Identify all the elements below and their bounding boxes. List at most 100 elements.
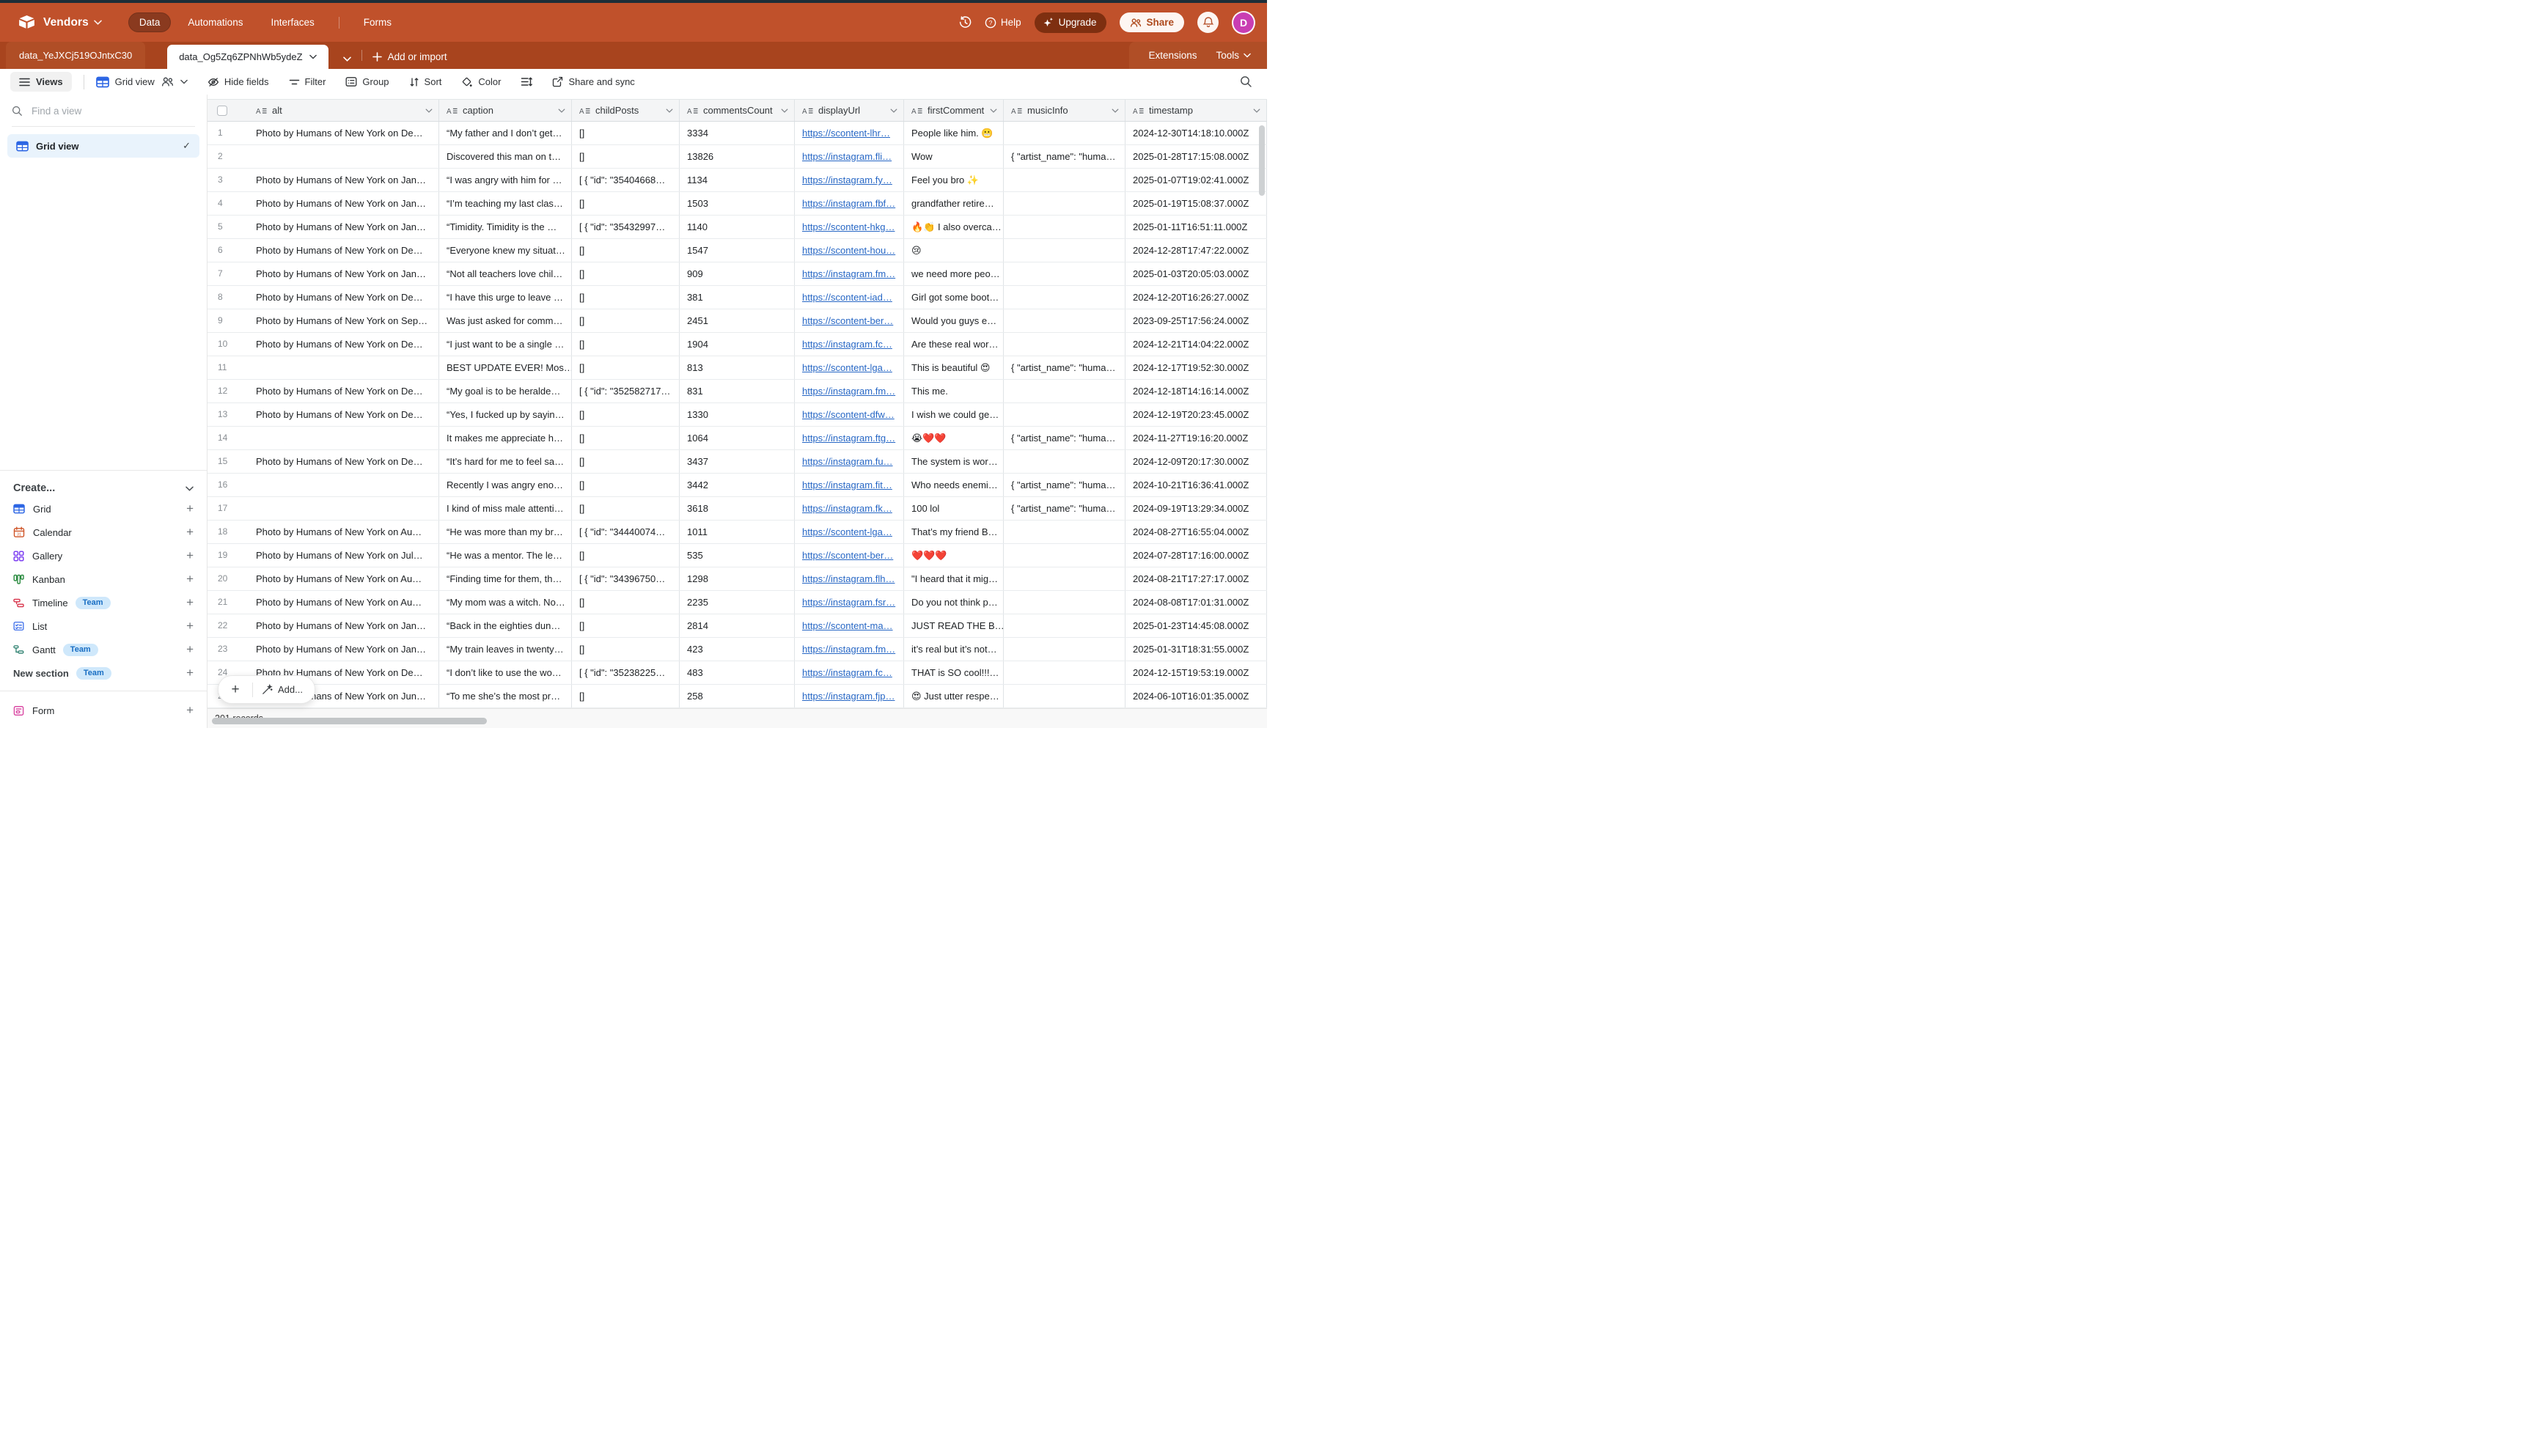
cell-musicInfo[interactable]: [1004, 638, 1125, 661]
notifications-button[interactable]: [1197, 12, 1219, 33]
cell-childPosts[interactable]: []: [572, 145, 680, 168]
cell-musicInfo[interactable]: [1004, 591, 1125, 614]
table-tab-0[interactable]: data_YeJXCj519OJntxC30: [6, 42, 145, 69]
cell-musicInfo[interactable]: [1004, 450, 1125, 473]
horizontal-scrollbar-thumb[interactable]: [212, 718, 487, 724]
cell-alt[interactable]: 20 Photo by Humans of New York on Au…: [208, 567, 439, 590]
cell-firstComment[interactable]: The system is wor…: [904, 450, 1004, 473]
cell-caption[interactable]: “Not all teachers love chil…: [439, 262, 572, 285]
cell-timestamp[interactable]: 2024-12-20T16:26:27.000Z: [1125, 286, 1267, 309]
cell-musicInfo[interactable]: [1004, 169, 1125, 191]
cell-displayUrl[interactable]: https://scontent-lhr…: [795, 122, 904, 144]
cell-alt[interactable]: 4 Photo by Humans of New York on Jan…: [208, 192, 439, 215]
cell-displayUrl[interactable]: https://scontent-hkg…: [795, 216, 904, 238]
cell-displayUrl[interactable]: https://instagram.fm…: [795, 262, 904, 285]
cell-firstComment[interactable]: People like him. 😬: [904, 122, 1004, 144]
create-item-calendar[interactable]: 31 Calendar +: [0, 521, 207, 544]
cell-alt[interactable]: 19 Photo by Humans of New York on Jul…: [208, 544, 439, 567]
cell-childPosts[interactable]: [ { "id": "34396750…: [572, 567, 680, 590]
cell-caption[interactable]: It makes me appreciate h…: [439, 427, 572, 449]
cell-musicInfo[interactable]: [1004, 521, 1125, 543]
cell-childPosts[interactable]: [ { "id": "35238225…: [572, 661, 680, 684]
cell-firstComment[interactable]: Girl got some boot…: [904, 286, 1004, 309]
cell-alt[interactable]: 13 Photo by Humans of New York on De…: [208, 403, 439, 426]
cell-commentsCount[interactable]: 813: [680, 356, 795, 379]
cell-alt[interactable]: 7 Photo by Humans of New York on Jan…: [208, 262, 439, 285]
cell-caption[interactable]: “My goal is to be heralde…: [439, 380, 572, 402]
cell-commentsCount[interactable]: 2235: [680, 591, 795, 614]
column-chevron-icon[interactable]: [1112, 109, 1119, 113]
column-chevron-icon[interactable]: [1253, 109, 1260, 113]
cell-displayUrl[interactable]: https://instagram.fc…: [795, 333, 904, 356]
create-item-form[interactable]: Form +: [0, 699, 207, 722]
column-header-musicInfo[interactable]: A musicInfo: [1004, 100, 1125, 121]
plus-icon[interactable]: +: [186, 548, 194, 563]
cell-caption[interactable]: BEST UPDATE EVER! Mos…: [439, 356, 572, 379]
share-and-sync-button[interactable]: Share and sync: [552, 76, 634, 87]
cell-childPosts[interactable]: []: [572, 474, 680, 496]
cell-displayUrl[interactable]: https://instagram.fu…: [795, 450, 904, 473]
cell-firstComment[interactable]: Are these real wor…: [904, 333, 1004, 356]
upgrade-button[interactable]: Upgrade: [1035, 12, 1107, 33]
cell-firstComment[interactable]: ❤️❤️❤️: [904, 544, 1004, 567]
cell-musicInfo[interactable]: [1004, 614, 1125, 637]
column-header-commentsCount[interactable]: A commentsCount: [680, 100, 795, 121]
cell-caption[interactable]: Recently I was angry eno…: [439, 474, 572, 496]
color-button[interactable]: Color: [461, 76, 501, 88]
cell-displayUrl[interactable]: https://scontent-ma…: [795, 614, 904, 637]
share-button[interactable]: Share: [1120, 12, 1184, 32]
search-icon[interactable]: [1240, 76, 1252, 88]
cell-displayUrl[interactable]: https://scontent-ber…: [795, 309, 904, 332]
help-button[interactable]: ? Help: [985, 17, 1021, 29]
cell-timestamp[interactable]: 2024-12-09T20:17:30.000Z: [1125, 450, 1267, 473]
cell-alt[interactable]: 3 Photo by Humans of New York on Jan…: [208, 169, 439, 191]
nav-tab-automations[interactable]: Automations: [177, 12, 254, 32]
select-all-checkbox[interactable]: [217, 106, 227, 116]
cell-commentsCount[interactable]: 258: [680, 685, 795, 707]
history-icon[interactable]: [959, 16, 972, 29]
cell-musicInfo[interactable]: { "artist_name": "huma…: [1004, 145, 1125, 168]
cell-commentsCount[interactable]: 1904: [680, 333, 795, 356]
cell-commentsCount[interactable]: 3618: [680, 497, 795, 520]
cell-caption[interactable]: “Back in the eighties dun…: [439, 614, 572, 637]
cell-musicInfo[interactable]: [1004, 122, 1125, 144]
cell-firstComment[interactable]: it’s real but it’s not…: [904, 638, 1004, 661]
cell-caption[interactable]: “I have this urge to leave …: [439, 286, 572, 309]
cell-firstComment[interactable]: JUST READ THE B…: [904, 614, 1004, 637]
vertical-scrollbar-thumb[interactable]: [1259, 125, 1265, 196]
cell-alt[interactable]: 5 Photo by Humans of New York on Jan…: [208, 216, 439, 238]
cell-musicInfo[interactable]: [1004, 685, 1125, 707]
cell-commentsCount[interactable]: 1547: [680, 239, 795, 262]
column-chevron-icon[interactable]: [558, 109, 565, 113]
cell-caption[interactable]: “I was angry with him for …: [439, 169, 572, 191]
add-with-ai-button[interactable]: Add...: [253, 684, 315, 695]
plus-icon[interactable]: +: [186, 666, 194, 680]
cell-childPosts[interactable]: [ { "id": "34440074…: [572, 521, 680, 543]
cell-displayUrl[interactable]: https://scontent-ber…: [795, 544, 904, 567]
cell-childPosts[interactable]: []: [572, 544, 680, 567]
cell-childPosts[interactable]: []: [572, 638, 680, 661]
cell-timestamp[interactable]: 2023-09-25T17:56:24.000Z: [1125, 309, 1267, 332]
cell-caption[interactable]: “I’m teaching my last clas…: [439, 192, 572, 215]
create-item-list[interactable]: List +: [0, 614, 207, 638]
cell-commentsCount[interactable]: 483: [680, 661, 795, 684]
hide-fields-button[interactable]: Hide fields: [208, 76, 269, 88]
cell-displayUrl[interactable]: https://scontent-lga…: [795, 521, 904, 543]
cell-commentsCount[interactable]: 909: [680, 262, 795, 285]
cell-timestamp[interactable]: 2025-01-23T14:45:08.000Z: [1125, 614, 1267, 637]
create-item-gallery[interactable]: Gallery +: [0, 544, 207, 567]
cell-alt[interactable]: 10 Photo by Humans of New York on De…: [208, 333, 439, 356]
cell-childPosts[interactable]: []: [572, 239, 680, 262]
cell-commentsCount[interactable]: 1140: [680, 216, 795, 238]
cell-childPosts[interactable]: [ { "id": "35404668…: [572, 169, 680, 191]
cell-musicInfo[interactable]: [1004, 380, 1125, 402]
cell-timestamp[interactable]: 2024-10-21T16:36:41.000Z: [1125, 474, 1267, 496]
cell-firstComment[interactable]: Feel you bro ✨: [904, 169, 1004, 191]
plus-icon[interactable]: +: [186, 703, 194, 718]
cell-commentsCount[interactable]: 1064: [680, 427, 795, 449]
cell-timestamp[interactable]: 2024-12-19T20:23:45.000Z: [1125, 403, 1267, 426]
cell-timestamp[interactable]: 2024-12-17T19:52:30.000Z: [1125, 356, 1267, 379]
cell-displayUrl[interactable]: https://instagram.fm…: [795, 638, 904, 661]
cell-timestamp[interactable]: 2025-01-07T19:02:41.000Z: [1125, 169, 1267, 191]
tools-button[interactable]: Tools: [1216, 50, 1251, 61]
